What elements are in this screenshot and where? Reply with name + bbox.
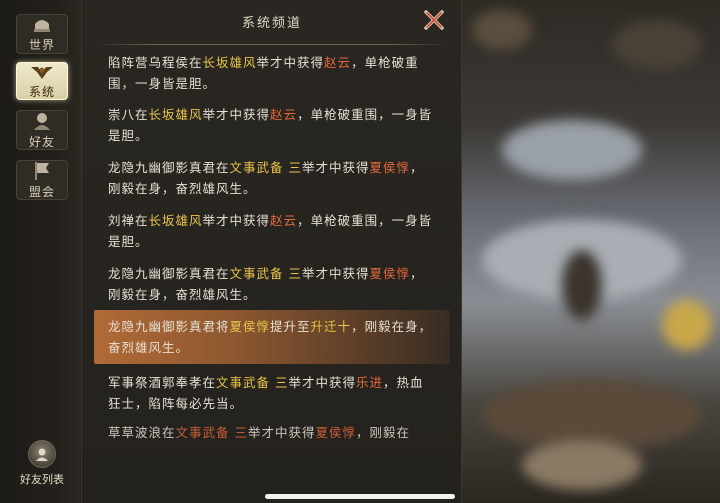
message-keyword: 赵云 <box>324 55 352 70</box>
message-keyword: 长坂雄风 <box>202 55 257 70</box>
message-item-partial: 草草波浪在文事武备 三举才中获得夏侯惇，刚毅在身，奋 <box>94 422 450 444</box>
message-keyword: 夏侯惇 <box>315 425 357 440</box>
message-keyword: 赵云 <box>270 213 298 228</box>
home-indicator[interactable] <box>265 494 455 499</box>
game-scene-background <box>462 0 720 503</box>
message-text: 举才中获得 <box>202 213 271 228</box>
message-text: 举才中获得 <box>256 55 325 70</box>
tab-system-label: 系统 <box>28 84 55 99</box>
tab-world[interactable]: 世界 <box>16 14 68 54</box>
message-keyword: 升迁十 <box>310 319 352 334</box>
message-text: 龙隐九幽御影真君将 <box>108 319 230 334</box>
friends-list-button[interactable]: 好友列表 <box>14 440 70 487</box>
system-channel-panel: 系统频道 陷阵营乌程侯在长坂雄风举才中获得赵云，单枪破重围，一身皆是胆。 崇八在… <box>82 0 462 503</box>
message-keyword: 夏侯惇 <box>229 319 271 334</box>
message-item: 崇八在长坂雄风举才中获得赵云，单枪破重围，一身皆是胆。 <box>94 98 450 152</box>
message-keyword: 乐进 <box>356 375 384 390</box>
message-text: 陷阵营乌程侯在 <box>108 55 203 70</box>
message-text: 龙隐九幽御影真君在 <box>108 160 230 175</box>
friend-portrait-icon <box>28 111 56 131</box>
message-item: 陷阵营乌程侯在长坂雄风举才中获得赵云，单枪破重围，一身皆是胆。 <box>94 46 450 100</box>
message-keyword: 赵云 <box>270 107 298 122</box>
alliance-banner-icon <box>28 161 56 181</box>
message-keyword: 夏侯惇 <box>369 160 411 175</box>
message-keyword: 长坂雄风 <box>148 107 203 122</box>
message-item: 军事祭酒郭奉孝在文事武备 三举才中获得乐进，热血狂士，陷阵每必先当。 <box>94 366 450 420</box>
tab-alliance[interactable]: 盟会 <box>16 160 68 200</box>
message-item: 刘禅在长坂雄风举才中获得赵云，单枪破重围，一身皆是胆。 <box>94 204 450 258</box>
close-button[interactable] <box>422 8 446 32</box>
world-helmet-icon <box>28 15 56 34</box>
message-text: 龙隐九幽御影真君在 <box>108 266 230 281</box>
message-text: 举才中获得 <box>302 160 370 175</box>
message-item: 龙隐九幽御影真君在文事武备 三举才中获得夏侯惇，刚毅在身，奋烈雄风生。 <box>94 151 450 205</box>
tab-friends[interactable]: 好友 <box>16 110 68 150</box>
close-x-icon <box>424 10 444 30</box>
message-text: 举才中获得 <box>202 107 271 122</box>
title-divider <box>96 44 448 45</box>
message-text: 草草波浪在 <box>108 425 176 440</box>
channel-tab-column: 世界 系统 好友 盟会 好友列表 <box>0 0 82 503</box>
message-keyword: 长坂雄风 <box>148 213 203 228</box>
message-text: 崇八在 <box>108 107 149 122</box>
message-text: 举才中获得 <box>288 375 357 390</box>
panel-title: 系统频道 <box>241 16 302 31</box>
message-keyword: 夏侯惇 <box>369 266 411 281</box>
tab-alliance-label: 盟会 <box>28 184 55 199</box>
message-keyword: 文事武备 三 <box>175 425 248 440</box>
system-emblem-icon <box>28 63 56 81</box>
friends-list-label: 好友列表 <box>20 473 64 486</box>
message-text: 提升至 <box>270 319 311 334</box>
message-item-highlighted: 龙隐九幽御影真君将夏侯惇提升至升迁十，刚毅在身，奋烈雄风生。 <box>94 310 450 364</box>
message-text: 军事祭酒郭奉孝在 <box>108 375 217 390</box>
message-text: 举才中获得 <box>248 425 316 440</box>
message-keyword: 文事武备 三 <box>229 160 302 175</box>
message-keyword: 文事武备 三 <box>229 266 302 281</box>
friend-avatar-icon <box>28 440 56 468</box>
tab-friends-label: 好友 <box>28 134 55 149</box>
tab-world-label: 世界 <box>28 38 55 52</box>
message-text: 刘禅在 <box>108 213 149 228</box>
tab-system[interactable]: 系统 <box>16 62 68 100</box>
message-item: 龙隐九幽御影真君在文事武备 三举才中获得夏侯惇，刚毅在身，奋烈雄风生。 <box>94 257 450 311</box>
message-keyword: 文事武备 三 <box>216 375 289 390</box>
message-text: 举才中获得 <box>302 266 370 281</box>
